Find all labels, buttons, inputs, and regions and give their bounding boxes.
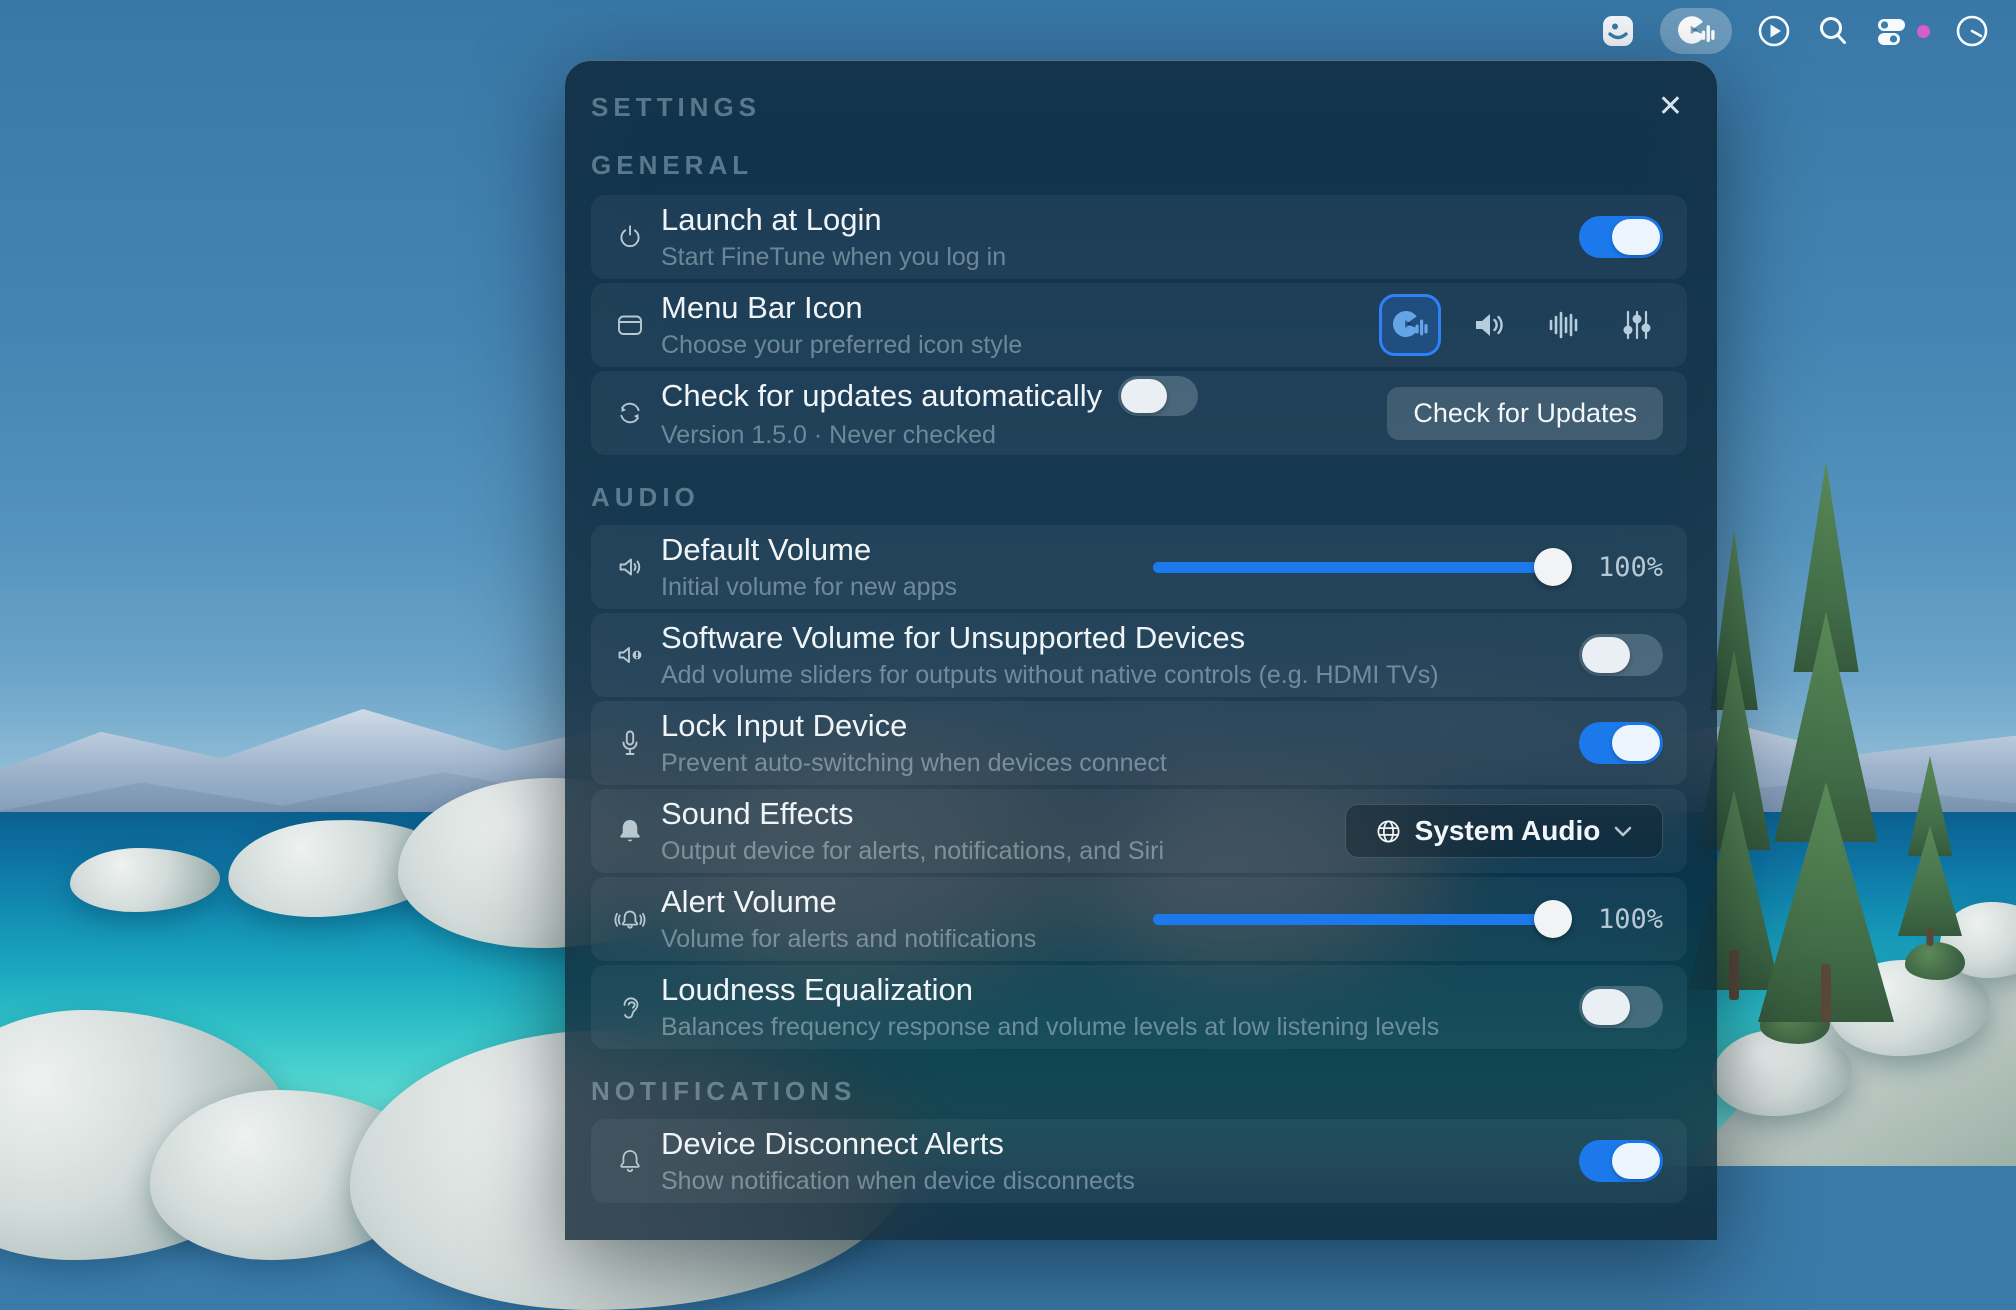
speaker-wave-icon xyxy=(607,551,653,583)
setting-title: Alert Volume xyxy=(661,884,1145,920)
setting-title: Lock Input Device xyxy=(661,708,1571,744)
setting-row-default-volume: Default Volume Initial volume for new ap… xyxy=(591,525,1687,609)
setting-row-launch-at-login: Launch at Login Start FineTune when you … xyxy=(591,195,1687,279)
software-volume-toggle[interactable] xyxy=(1579,634,1663,676)
setting-title: Menu Bar Icon xyxy=(661,290,1371,326)
globe-icon xyxy=(1375,818,1402,845)
menu-bar-icon-picker xyxy=(1379,294,1663,356)
notification-dot xyxy=(1917,25,1930,38)
bell-ring-icon xyxy=(607,903,653,935)
wallpaper-pine-sapling xyxy=(1898,756,1962,946)
setting-subtitle: Version 1.5.0 · Never checked xyxy=(661,421,1379,450)
finetune-menubar-icon[interactable] xyxy=(1660,8,1732,54)
setting-subtitle: Balances frequency response and volume l… xyxy=(661,1013,1571,1042)
search-icon[interactable] xyxy=(1816,14,1850,48)
setting-row-software-volume: Software Volume for Unsupported Devices … xyxy=(591,613,1687,697)
setting-subtitle: Volume for alerts and notifications xyxy=(661,925,1145,954)
device-disconnect-toggle[interactable] xyxy=(1579,1140,1663,1182)
bell-outline-icon xyxy=(607,1145,653,1177)
default-volume-slider[interactable] xyxy=(1153,548,1553,586)
check-for-updates-button[interactable]: Check for Updates xyxy=(1387,387,1663,440)
microphone-icon xyxy=(607,727,653,759)
icon-style-speaker[interactable] xyxy=(1463,299,1515,351)
slider-knob[interactable] xyxy=(1534,548,1572,586)
panel-title: SETTINGS xyxy=(591,92,761,123)
setting-row-alert-volume: Alert Volume Volume for alerts and notif… xyxy=(591,877,1687,961)
setting-subtitle: Initial volume for new apps xyxy=(661,573,1145,602)
setting-subtitle: Add volume sliders for outputs without n… xyxy=(661,661,1571,690)
setting-subtitle: Prevent auto-switching when devices conn… xyxy=(661,749,1571,778)
face-app-icon[interactable] xyxy=(1600,13,1636,49)
power-icon xyxy=(607,221,653,253)
alert-volume-value: 100% xyxy=(1575,904,1663,935)
setting-subtitle: Output device for alerts, notifications,… xyxy=(661,837,1337,866)
chevron-down-icon xyxy=(1613,824,1633,838)
default-volume-value: 100% xyxy=(1575,552,1663,583)
slider-knob[interactable] xyxy=(1534,900,1572,938)
bell-filled-icon xyxy=(607,815,653,847)
icon-style-finetune-logo[interactable] xyxy=(1379,294,1441,356)
setting-title: Default Volume xyxy=(661,532,1145,568)
loudness-eq-toggle[interactable] xyxy=(1579,986,1663,1028)
auto-update-toggle[interactable] xyxy=(1118,376,1198,416)
wallpaper-bush xyxy=(1905,942,1965,980)
slider-fill xyxy=(1153,562,1553,573)
setting-title: Launch at Login xyxy=(661,202,1571,238)
sound-effects-value: System Audio xyxy=(1415,815,1601,847)
clock-icon[interactable] xyxy=(1954,13,1990,49)
setting-title: Loudness Equalization xyxy=(661,972,1571,1008)
lock-input-toggle[interactable] xyxy=(1579,722,1663,764)
speaker-alert-icon xyxy=(607,639,653,671)
ear-icon xyxy=(607,991,653,1023)
control-center-icon[interactable] xyxy=(1874,13,1930,49)
icon-style-waveform[interactable] xyxy=(1537,299,1589,351)
setting-title: Software Volume for Unsupported Devices xyxy=(661,620,1571,656)
sound-effects-dropdown[interactable]: System Audio xyxy=(1345,804,1663,858)
settings-panel: SETTINGS ✕ GENERAL Launch at Login Start… xyxy=(565,60,1717,1240)
setting-row-device-disconnect: Device Disconnect Alerts Show notificati… xyxy=(591,1119,1687,1203)
setting-title: Device Disconnect Alerts xyxy=(661,1126,1571,1162)
icon-style-sliders[interactable] xyxy=(1611,299,1663,351)
setting-title: Check for updates automatically xyxy=(661,378,1102,414)
setting-row-check-updates: Check for updates automatically Version … xyxy=(591,371,1687,455)
section-title-notifications: NOTIFICATIONS xyxy=(591,1075,1687,1107)
play-circle-icon[interactable] xyxy=(1756,13,1792,49)
setting-row-lock-input: Lock Input Device Prevent auto-switching… xyxy=(591,701,1687,785)
section-title-audio: AUDIO xyxy=(591,481,1687,513)
setting-title: Sound Effects xyxy=(661,796,1337,832)
setting-row-sound-effects: Sound Effects Output device for alerts, … xyxy=(591,789,1687,873)
panel-header: SETTINGS ✕ xyxy=(591,91,1687,123)
setting-subtitle: Choose your preferred icon style xyxy=(661,331,1371,360)
setting-row-menu-bar-icon: Menu Bar Icon Choose your preferred icon… xyxy=(591,283,1687,367)
wallpaper-pine-tree xyxy=(1758,462,1894,1022)
refresh-icon xyxy=(607,397,653,429)
launch-at-login-toggle[interactable] xyxy=(1579,216,1663,258)
setting-subtitle: Start FineTune when you log in xyxy=(661,243,1571,272)
menubar-window-icon xyxy=(607,309,653,341)
section-title-general: GENERAL xyxy=(591,149,1687,181)
slider-fill xyxy=(1153,914,1553,925)
menu-bar xyxy=(1600,8,1990,54)
setting-subtitle: Show notification when device disconnect… xyxy=(661,1167,1571,1196)
setting-row-loudness-eq: Loudness Equalization Balances frequency… xyxy=(591,965,1687,1049)
close-icon[interactable]: ✕ xyxy=(1654,90,1687,124)
alert-volume-slider[interactable] xyxy=(1153,900,1553,938)
